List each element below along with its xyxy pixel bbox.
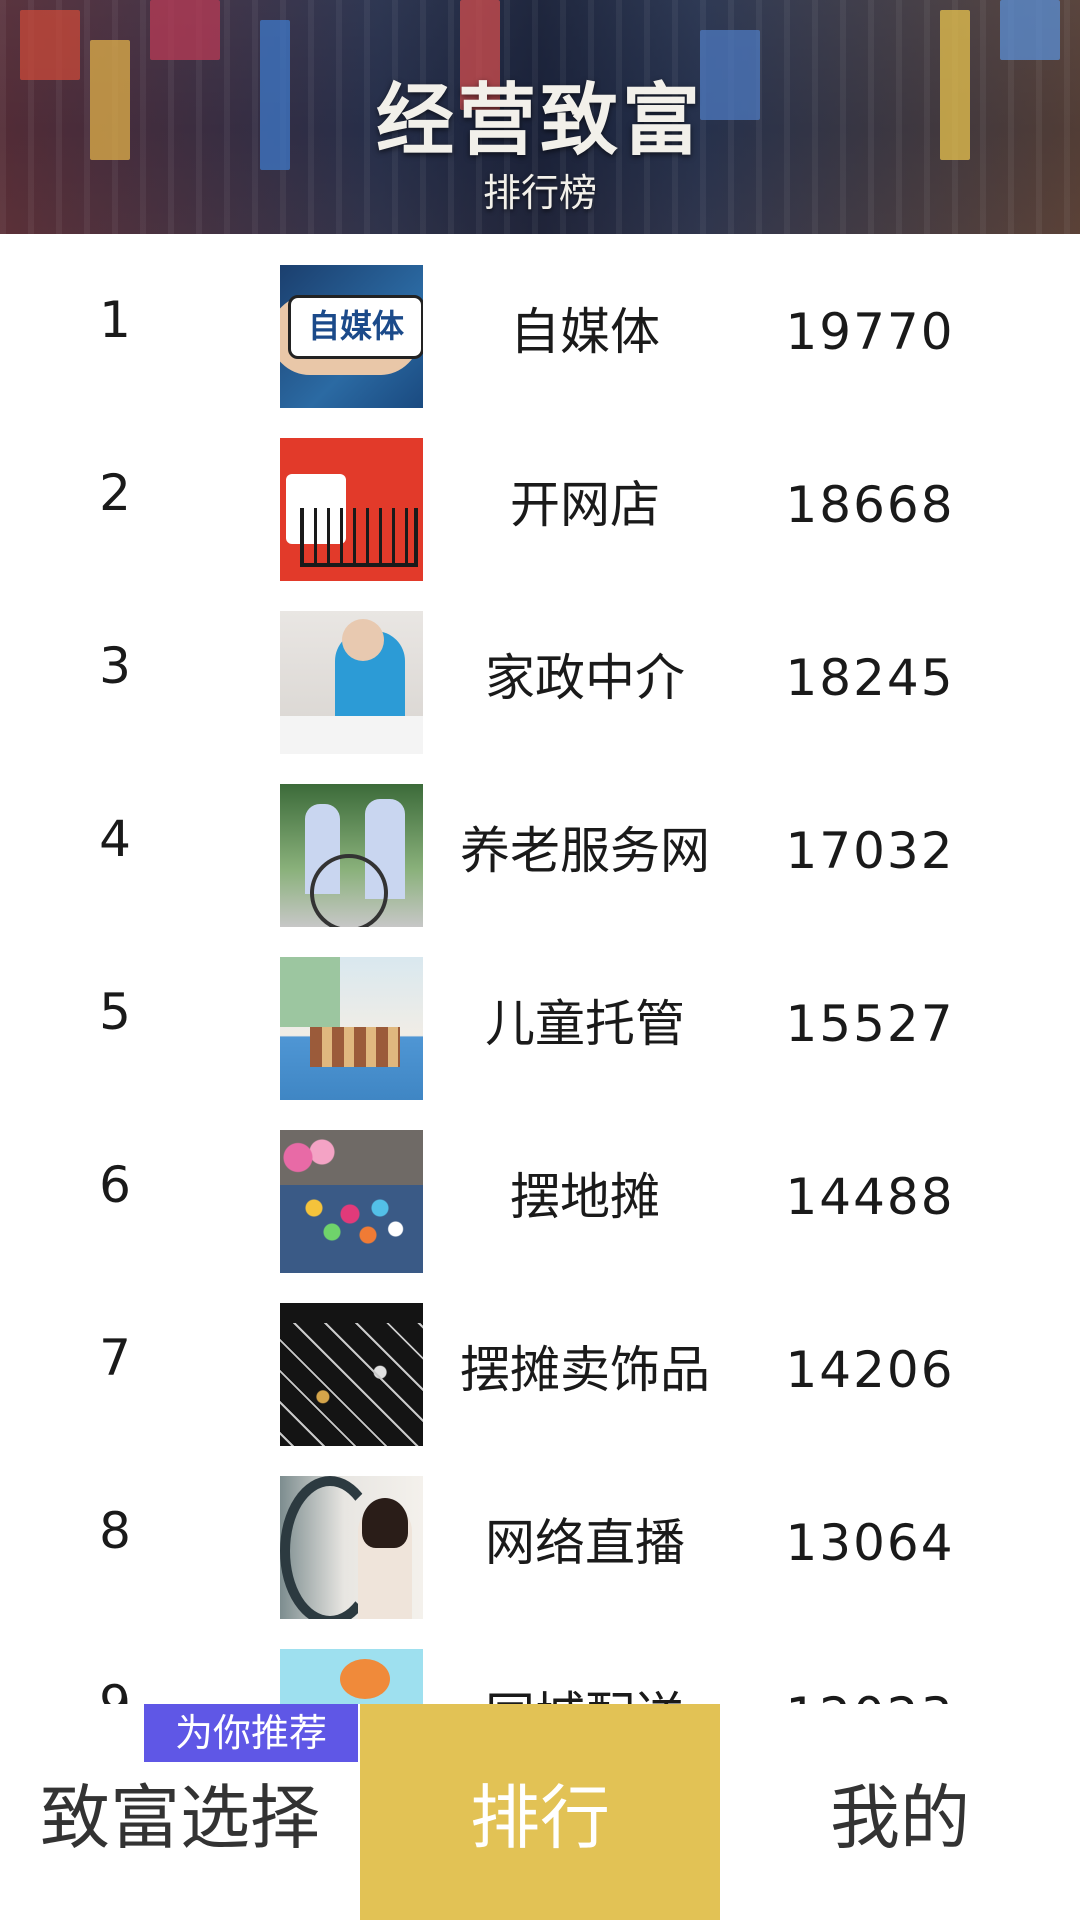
- business-name: 家政中介: [485, 649, 685, 707]
- recommend-badge: 为你推荐: [144, 1704, 358, 1762]
- business-count: 13064: [785, 1514, 955, 1572]
- ranking-row[interactable]: 8 网络直播 13064: [0, 1445, 1080, 1619]
- business-name: 儿童托管: [485, 995, 685, 1053]
- ranking-row[interactable]: 3 家政中介 18245: [0, 580, 1080, 754]
- rank-number: 5: [99, 983, 131, 1041]
- header-banner: 经营致富 排行榜: [0, 0, 1080, 234]
- page-subtitle: 排行榜: [482, 171, 597, 215]
- ranking-row[interactable]: 6 摆地摊 14488: [0, 1099, 1080, 1273]
- rank-number: 4: [99, 810, 131, 868]
- ranking-list[interactable]: 1 自媒体 自媒体 19770 2 开网店 18668 3 家政中介 18245…: [0, 234, 1080, 1704]
- business-name: 摆地摊: [510, 1168, 660, 1226]
- business-count: 15527: [785, 995, 955, 1053]
- business-name: 开网店: [510, 476, 660, 534]
- business-count: 14488: [785, 1168, 955, 1226]
- neon-sign: [150, 0, 220, 60]
- business-name: 养老服务网: [460, 822, 710, 880]
- rank-number: 1: [99, 291, 131, 349]
- business-count: 14206: [785, 1341, 955, 1399]
- ranking-row[interactable]: 2 开网店 18668: [0, 407, 1080, 581]
- business-count: 19770: [785, 303, 955, 361]
- ranking-row[interactable]: 9 同城配送 12023: [0, 1618, 1080, 1704]
- childcare-image: [280, 957, 423, 1100]
- ranking-row[interactable]: 1 自媒体 自媒体 19770: [0, 234, 1080, 408]
- nav-tab-ranking[interactable]: 排行: [360, 1704, 720, 1920]
- business-count: 17032: [785, 822, 955, 880]
- rank-number: 2: [99, 464, 131, 522]
- business-count: 18668: [785, 476, 955, 534]
- housekeeping-image: [280, 611, 423, 754]
- self-media-image: 自媒体: [280, 265, 423, 408]
- ranking-row[interactable]: 5 儿童托管 15527: [0, 926, 1080, 1100]
- rank-number: 3: [99, 637, 131, 695]
- elderly-care-image: [280, 784, 423, 927]
- online-shop-image: [280, 438, 423, 581]
- street-stall-image: [280, 1130, 423, 1273]
- business-name: 摆摊卖饰品: [460, 1341, 710, 1399]
- nav-tab-label: 我的: [830, 1777, 970, 1859]
- thumb-caption: 自媒体: [288, 295, 423, 359]
- business-name: 同城配送: [430, 1618, 740, 1704]
- page-title: 经营致富: [375, 76, 704, 166]
- business-name: 网络直播: [485, 1514, 685, 1572]
- nav-tab-mine[interactable]: 我的: [720, 1704, 1080, 1920]
- accessory-stall-image: [280, 1303, 423, 1446]
- business-count: 12023: [770, 1618, 970, 1704]
- ranking-row[interactable]: 7 摆摊卖饰品 14206: [0, 1272, 1080, 1446]
- nav-tab-label: 致富选择: [40, 1777, 320, 1859]
- neon-sign: [1000, 0, 1060, 60]
- ranking-row[interactable]: 4 养老服务网 17032: [0, 753, 1080, 927]
- rank-number: 6: [99, 1156, 131, 1214]
- business-name: 自媒体: [510, 303, 660, 361]
- rank-number: 7: [99, 1329, 131, 1387]
- live-streaming-image: [280, 1476, 423, 1619]
- delivery-image: [280, 1649, 423, 1704]
- nav-tab-label: 排行: [470, 1777, 610, 1859]
- business-count: 18245: [785, 649, 955, 707]
- rank-number: 8: [99, 1502, 131, 1560]
- rank-number: 9: [99, 1675, 131, 1704]
